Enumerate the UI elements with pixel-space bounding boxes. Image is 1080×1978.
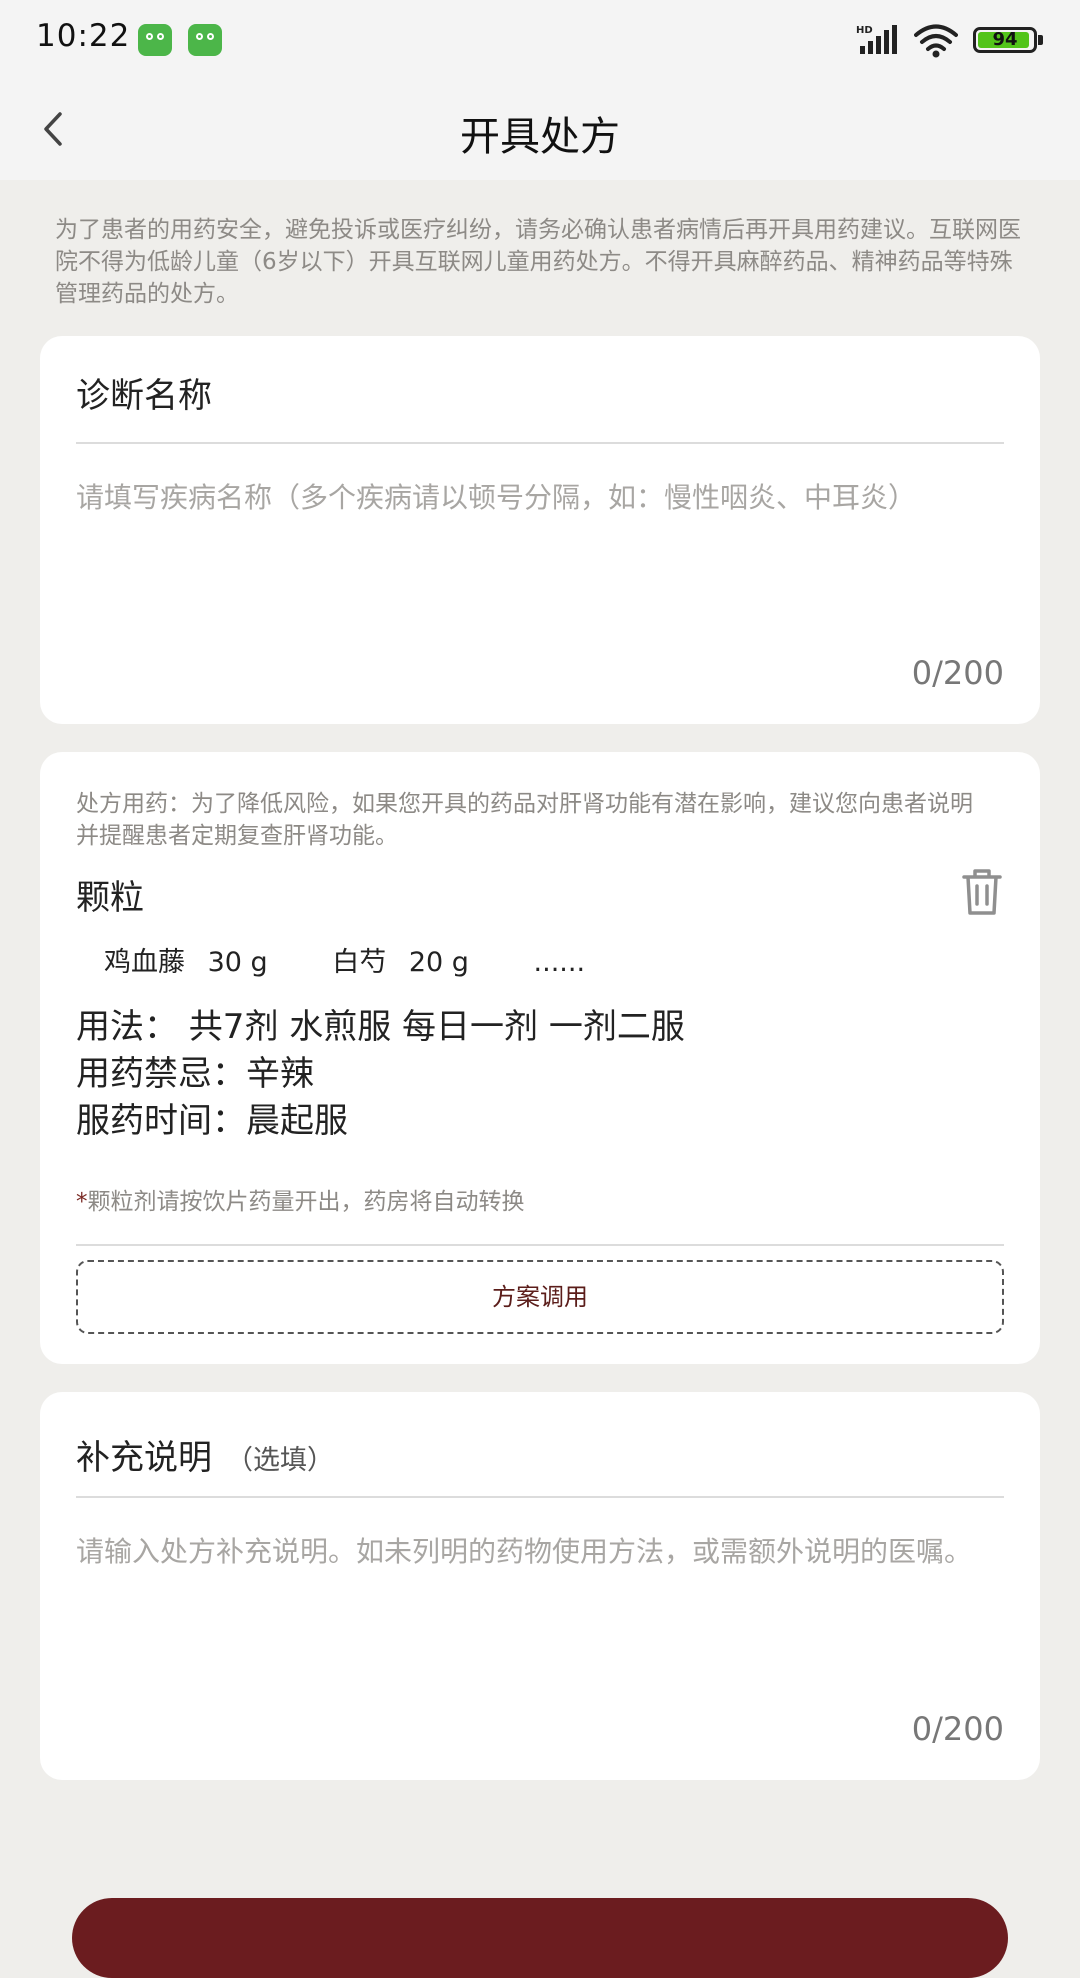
nav-bar: 开具处方 [0, 80, 1080, 180]
granule-tip-text: 颗粒剂请按饮片药量开出，药房将自动转换 [87, 1189, 525, 1215]
supplement-title-row: 补充说明 （选填） [76, 1430, 334, 1479]
supplement-title: 补充说明 [76, 1438, 212, 1478]
battery-tip [1038, 35, 1043, 45]
diagnosis-title: 诊断名称 [76, 376, 212, 416]
contraindication: 用药禁忌：辛辣 [76, 1054, 314, 1094]
prescription-type: 颗粒 [76, 878, 144, 918]
signal-icon: HD [856, 25, 897, 54]
app-notification-icon [188, 24, 222, 56]
supplement-card: 补充说明 （选填） 请输入处方补充说明。如未列明的药物使用方法，或需额外说明的医嘱… [40, 1392, 1040, 1780]
plan-apply-button[interactable]: 方案调用 [76, 1260, 1004, 1334]
submit-button[interactable] [72, 1898, 1008, 1978]
safety-notice: 为了患者的用药安全，避免投诉或医疗纠纷，请务必确认患者病情后再开具用药建议。互联… [55, 217, 1021, 307]
prescription-card: 处方用药：为了降低风险，如果您开具的药品对肝肾功能有潜在影响，建议您向患者说明并… [40, 752, 1040, 1364]
required-star: * [76, 1189, 88, 1215]
divider [76, 442, 1004, 444]
divider [76, 1244, 1004, 1246]
network-type-label: HD [856, 25, 873, 36]
herb-name: 白芍 [332, 947, 387, 978]
usage-info: 用法： 共7剂 水煎服 每日一剂 一剂二服 用药禁忌：辛辣 服药时间：晨起服 [76, 1004, 685, 1145]
optional-label: （选填） [226, 1445, 334, 1476]
herb-name: 鸡血藤 [104, 947, 185, 978]
granule-tip: *颗粒剂请按饮片药量开出，药房将自动转换 [76, 1182, 525, 1216]
diagnosis-input[interactable]: 请填写疾病名称（多个疾病请以顿号分隔，如：慢性咽炎、中耳炎） [76, 480, 990, 516]
supplement-input[interactable]: 请输入处方补充说明。如未列明的药物使用方法，或需额外说明的医嘱。 [76, 1534, 990, 1570]
diagnosis-char-counter: 0/200 [911, 654, 1004, 692]
battery-percent: 94 [992, 29, 1018, 50]
herb-dose: 20 g [408, 947, 469, 978]
app-notification-icon [138, 24, 172, 56]
status-bar: 10:22 HD 94 [0, 0, 1080, 80]
diagnosis-card: 诊断名称 请填写疾病名称（多个疾病请以顿号分隔，如：慢性咽炎、中耳炎） 0/20… [40, 336, 1040, 724]
divider [76, 1496, 1004, 1498]
dosing-time: 服药时间：晨起服 [76, 1101, 348, 1141]
wifi-icon [914, 24, 958, 58]
herb-more: ...... [533, 947, 586, 978]
battery-icon: 94 [973, 27, 1037, 53]
page-title: 开具处方 [460, 114, 620, 160]
trash-icon[interactable] [960, 868, 1004, 916]
usage-method: 用法： 共7剂 水煎服 每日一剂 一剂二服 [76, 1007, 685, 1047]
herb-list: 鸡血藤 30 g 白芍 20 g ...... [104, 940, 585, 979]
herb-dose: 30 g [207, 947, 268, 978]
supplement-char-counter: 0/200 [911, 1710, 1004, 1748]
status-time: 10:22 [36, 18, 131, 54]
prescription-notice: 处方用药：为了降低风险，如果您开具的药品对肝肾功能有潜在影响，建议您向患者说明并… [76, 791, 973, 849]
